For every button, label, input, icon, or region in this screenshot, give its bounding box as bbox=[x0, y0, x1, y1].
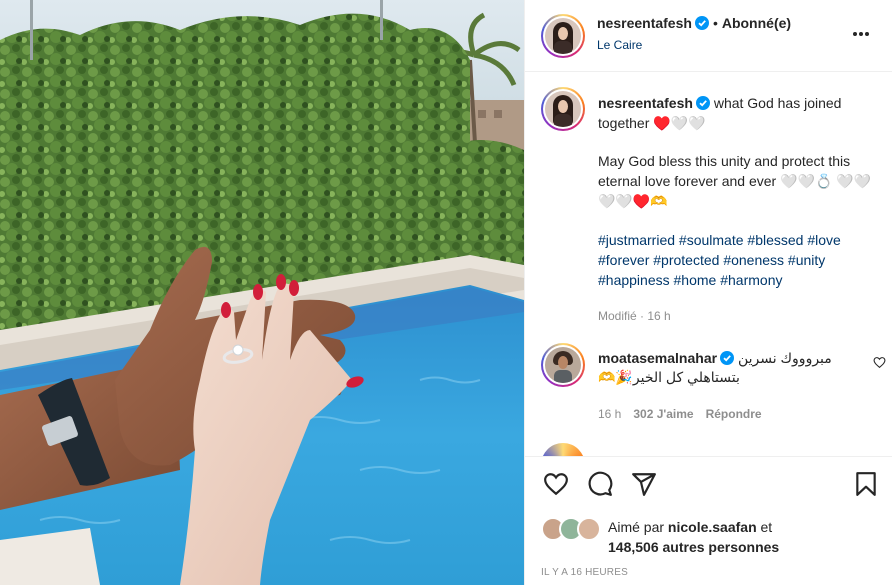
post-location[interactable]: Le Caire bbox=[597, 38, 642, 52]
follow-status-button[interactable]: Abonné(e) bbox=[722, 15, 791, 31]
verified-badge-icon bbox=[695, 96, 710, 110]
caption-meta: Modifié · 16 h bbox=[598, 309, 671, 323]
next-comment-avatar[interactable] bbox=[541, 443, 585, 456]
caption-hashtags: #justmarried #soulmate #blessed #love #f… bbox=[598, 230, 873, 290]
post-details-panel: nesreentafesh • Abonné(e) Le Caire nesreen… bbox=[524, 0, 892, 585]
comment-likes[interactable]: 302 J'aime bbox=[633, 407, 693, 421]
hashtag-link[interactable]: #blessed bbox=[747, 232, 803, 248]
post-timestamp[interactable]: IL Y A 16 HEURES bbox=[541, 567, 628, 578]
caption-username[interactable]: nesreentafesh bbox=[598, 95, 693, 111]
likes-text: Aimé par nicole.saafan et 148,506 autres… bbox=[608, 517, 808, 557]
hashtag-link[interactable]: #home bbox=[674, 272, 717, 288]
comment-like-icon[interactable] bbox=[873, 356, 886, 369]
liked-by-user[interactable]: nicole.saafan bbox=[668, 519, 757, 535]
comments-section[interactable]: nesreentafesh what God has joined togeth… bbox=[525, 73, 892, 456]
hashtag-link[interactable]: #protected bbox=[653, 252, 719, 268]
comment-text: moatasemalnahar مبروووك نسرين بتستاهلي ك… bbox=[598, 349, 848, 387]
like-icon[interactable] bbox=[543, 471, 569, 497]
caption-text: nesreentafesh what God has joined togeth… bbox=[598, 93, 873, 326]
hashtag-link[interactable]: #happiness bbox=[598, 272, 670, 288]
author-row: nesreentafesh • Abonné(e) bbox=[597, 15, 791, 31]
likes-count[interactable]: 148,506 autres personnes bbox=[608, 539, 779, 555]
reply-button[interactable]: Répondre bbox=[706, 407, 762, 421]
edited-label: Modifié bbox=[598, 309, 637, 323]
liker-avatar[interactable] bbox=[577, 517, 601, 541]
commenter-username[interactable]: moatasemalnahar bbox=[598, 350, 717, 366]
hashtag-link[interactable]: #love bbox=[807, 232, 840, 248]
liked-by-and: et bbox=[760, 519, 773, 535]
separator-dot: • bbox=[712, 15, 718, 31]
comment-time: 16 h bbox=[598, 407, 622, 421]
caption-time: 16 h bbox=[647, 309, 671, 323]
share-icon[interactable] bbox=[631, 471, 657, 497]
author-avatar[interactable] bbox=[541, 14, 585, 58]
comment-meta: 16 h 302 J'aime Répondre bbox=[598, 407, 774, 421]
hashtag-link[interactable]: #unity bbox=[788, 252, 825, 268]
post-photo bbox=[0, 0, 524, 585]
caption-line-2: May God bless this unity and protect thi… bbox=[598, 153, 872, 209]
author-username[interactable]: nesreentafesh bbox=[597, 15, 692, 31]
hashtag-link[interactable]: #justmarried bbox=[598, 232, 675, 248]
hashtag-link[interactable]: #soulmate bbox=[679, 232, 744, 248]
save-icon[interactable] bbox=[853, 471, 879, 497]
hashtag-link[interactable]: #harmony bbox=[720, 272, 782, 288]
verified-badge-icon bbox=[694, 16, 709, 30]
post-actions-bar: Aimé par nicole.saafan et 148,506 autres… bbox=[525, 456, 892, 585]
post-image[interactable] bbox=[0, 0, 524, 585]
post-header: nesreentafesh • Abonné(e) Le Caire bbox=[525, 0, 892, 72]
commenter-avatar[interactable] bbox=[541, 343, 585, 387]
verified-badge-icon bbox=[720, 351, 735, 365]
hashtag-link[interactable]: #oneness bbox=[723, 252, 784, 268]
caption-avatar[interactable] bbox=[541, 87, 585, 131]
comment-icon[interactable] bbox=[587, 471, 613, 497]
more-options-icon[interactable] bbox=[853, 25, 873, 45]
liked-by-prefix: Aimé par bbox=[608, 519, 665, 535]
hashtag-link[interactable]: #forever bbox=[598, 252, 649, 268]
